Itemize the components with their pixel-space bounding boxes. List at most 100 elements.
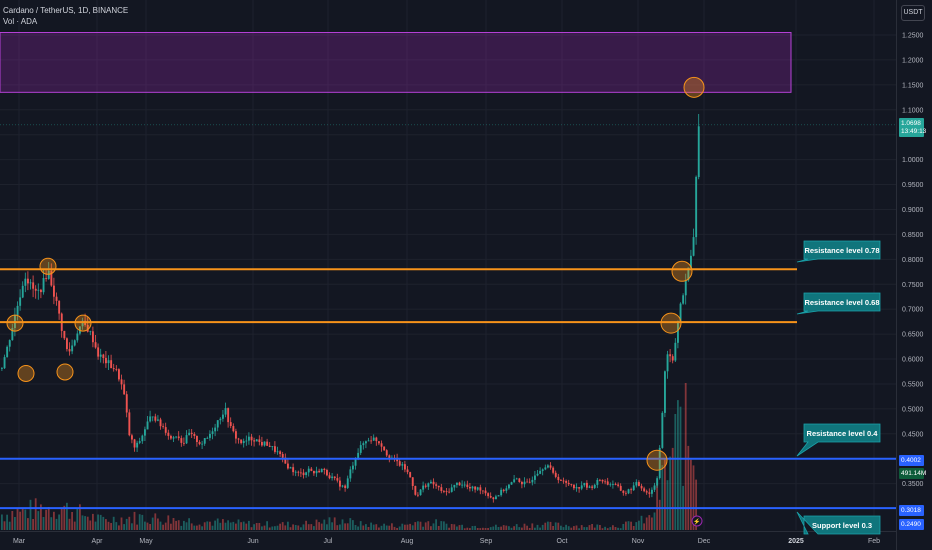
volume-bar [492, 526, 495, 530]
candle-body [528, 481, 531, 483]
candle-body [68, 349, 71, 352]
candle-body [177, 436, 180, 439]
highlight-circle[interactable] [74, 314, 92, 332]
candle-body [575, 487, 578, 489]
candle-body [388, 455, 391, 458]
volume-bar [266, 521, 268, 530]
date-tick-label: May [139, 538, 153, 545]
volume-bar [427, 521, 430, 530]
candle-body [406, 469, 409, 473]
volume-bar [66, 502, 68, 530]
candle-body [601, 479, 604, 482]
price-chart[interactable]: 1.25001.20001.15001.10001.05001.00000.95… [0, 0, 932, 550]
volume-bar [336, 525, 339, 530]
volume-bar [224, 522, 227, 530]
volume-bar [76, 508, 79, 530]
highlight-circle[interactable] [671, 260, 693, 282]
highlight-circle[interactable] [6, 314, 24, 332]
candle-body [24, 278, 27, 286]
candle-body [183, 442, 185, 444]
candle-body [1, 368, 3, 369]
highlight-circle[interactable] [660, 312, 682, 334]
volume-bar [690, 459, 692, 530]
volume-bar [456, 526, 458, 530]
candle-body [281, 454, 284, 458]
candle-body [554, 472, 557, 477]
candle-body [656, 478, 659, 486]
candle-body [167, 432, 170, 436]
target-zone-rectangle[interactable] [0, 32, 792, 93]
volume-bar [180, 525, 183, 530]
volume-bar [287, 521, 289, 530]
candle-body [279, 451, 282, 454]
candle-body [224, 408, 227, 415]
volume-bar [157, 518, 159, 530]
candle-body [638, 482, 640, 486]
candle-body [214, 427, 217, 432]
currency-button[interactable]: USDT [901, 5, 925, 21]
volume-bar [586, 527, 588, 530]
volume-bar [606, 528, 609, 530]
candle-body [466, 484, 469, 487]
volume-bar [232, 521, 235, 530]
volume-bar [375, 524, 378, 530]
volume-bar [482, 527, 484, 530]
candle-body [674, 342, 677, 361]
volume-bar [440, 521, 443, 530]
candle-body [263, 441, 266, 446]
candle-body [253, 440, 256, 442]
candle-body [378, 441, 380, 444]
highlight-circle[interactable] [646, 449, 668, 471]
volume-bar [81, 515, 84, 530]
volume-bar [453, 524, 456, 530]
volume-bar [55, 518, 58, 530]
volume-bar [284, 525, 287, 530]
volume-bar [614, 527, 617, 530]
candle-body [29, 282, 32, 284]
candle-body [523, 481, 526, 485]
date-tick-label: Mar [13, 538, 26, 545]
volume-bar [502, 525, 505, 530]
candle-body [474, 486, 477, 490]
price-tick-label: 0.3500 [902, 481, 924, 488]
volume-bar [357, 526, 359, 530]
volume-bar [245, 523, 248, 530]
candle-body [112, 368, 115, 370]
current-price-tag: 13:49:13 [901, 128, 927, 135]
candle-body [424, 485, 427, 487]
price-tick-label: 0.5500 [902, 381, 924, 388]
highlight-circle[interactable] [683, 76, 705, 98]
candle-body [419, 489, 422, 496]
candle-body [346, 478, 349, 488]
price-tick-label: 0.6000 [902, 357, 924, 364]
candle-body [482, 490, 484, 492]
candle-body [34, 288, 37, 291]
highlight-circle[interactable] [17, 364, 35, 382]
volume-bar [679, 406, 682, 530]
volume-bar [164, 522, 167, 530]
volume-bar [666, 480, 669, 530]
volume-bar [198, 524, 201, 530]
volume-bar [541, 524, 544, 530]
volume-bar [331, 522, 333, 530]
candle-body [588, 486, 591, 488]
low-price-tag: 0.2490 [901, 521, 921, 528]
volume-bar [619, 528, 622, 530]
candle-body [573, 484, 575, 489]
volume-bar [419, 521, 422, 530]
date-tick-label: Aug [401, 538, 414, 545]
candle-body [448, 491, 451, 493]
volume-bar [313, 526, 315, 530]
highlight-circle[interactable] [39, 257, 57, 275]
volume-bar [658, 499, 661, 530]
candle-body [110, 360, 113, 369]
volume-bar [341, 519, 344, 530]
date-tick-label: Dec [698, 538, 711, 545]
volume-bar [242, 521, 245, 530]
candle-body [336, 478, 339, 481]
volume-bar [71, 512, 73, 530]
highlight-circle[interactable] [56, 363, 74, 381]
volume-bar [443, 521, 445, 530]
candle-body [175, 436, 178, 438]
candle-body [422, 485, 425, 490]
